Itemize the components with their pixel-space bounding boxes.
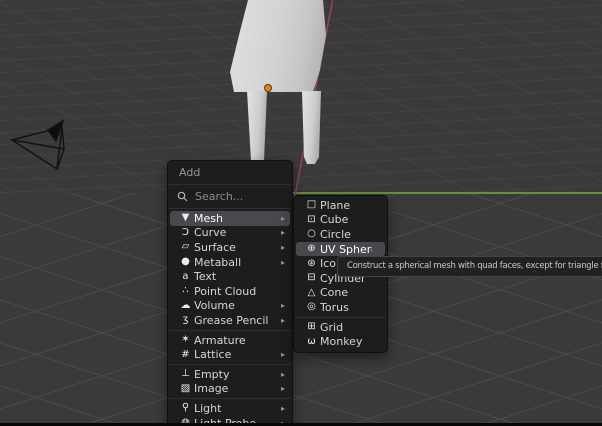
menu-item-point-cloud[interactable]: ∴Point Cloud xyxy=(170,284,290,299)
uv-sphere-tooltip: Construct a spherical mesh with quad fac… xyxy=(337,256,602,277)
menu-item-label: Grease Pencil xyxy=(194,314,277,327)
ico-sphere-icon: ⊛ xyxy=(303,259,320,269)
menu-item-label: Cube xyxy=(320,213,372,226)
menu-item-circle[interactable]: ○Circle xyxy=(296,227,385,242)
add-menu: Add Search... ▼Mesh▸ƆCurve▸▱Surface▸●Met… xyxy=(167,160,293,426)
menu-item-label: UV Sphere xyxy=(320,243,372,256)
menu-separator xyxy=(295,317,386,318)
search-placeholder: Search... xyxy=(195,190,243,203)
menu-separator xyxy=(169,330,291,331)
menu-item-plane[interactable]: □Plane xyxy=(296,198,385,213)
cone-icon: △ xyxy=(303,288,320,298)
menu-item-uv-sphere[interactable]: ⊕UV Sphere xyxy=(296,242,385,257)
menu-item-monkey[interactable]: ωMonkey xyxy=(296,334,385,349)
search-icon xyxy=(177,191,188,202)
volume-icon: ☁ xyxy=(177,301,194,311)
menu-item-label: Surface xyxy=(194,241,277,254)
uv-sphere-icon: ⊕ xyxy=(303,244,320,254)
menu-item-mesh[interactable]: ▼Mesh▸ xyxy=(170,211,290,226)
menu-item-armature[interactable]: ✶Armature xyxy=(170,333,290,348)
menu-item-label: Volume xyxy=(194,299,277,312)
menu-item-label: Light xyxy=(194,402,277,415)
submenu-arrow-icon: ▸ xyxy=(277,258,285,267)
grid-icon: ⊞ xyxy=(303,322,320,332)
image-icon: ▧ xyxy=(177,384,194,394)
mesh-icon: ▼ xyxy=(177,213,194,223)
submenu-arrow-icon: ▸ xyxy=(277,384,285,393)
menu-item-label: Torus xyxy=(320,301,372,314)
curve-icon: Ɔ xyxy=(177,228,194,238)
lattice-icon: # xyxy=(177,350,194,360)
camera-object-wireframe[interactable] xyxy=(12,121,64,169)
menu-item-label: Image xyxy=(194,382,277,395)
menu-item-label: Metaball xyxy=(194,256,277,269)
menu-item-label: Monkey xyxy=(320,335,372,348)
menu-item-label: Text xyxy=(194,270,277,283)
empty-icon: ⊥ xyxy=(177,369,194,379)
submenu-arrow-icon: ▸ xyxy=(277,316,285,325)
plane-icon: □ xyxy=(303,200,320,210)
metaball-icon: ● xyxy=(177,257,194,267)
submenu-arrow-icon: ▸ xyxy=(277,370,285,379)
menu-item-label: Grid xyxy=(320,321,372,334)
submenu-arrow-icon: ▸ xyxy=(277,228,285,237)
circle-icon: ○ xyxy=(303,229,320,239)
grease-pencil-icon: ʒ xyxy=(177,315,194,325)
submenu-arrow-icon: ▸ xyxy=(277,243,285,252)
menu-item-grid[interactable]: ⊞Grid xyxy=(296,320,385,335)
submenu-arrow-icon: ▸ xyxy=(277,214,285,223)
menu-item-metaball[interactable]: ●Metaball▸ xyxy=(170,255,290,270)
submenu-arrow-icon: ▸ xyxy=(277,301,285,310)
torus-icon: ◎ xyxy=(303,302,320,312)
menu-item-label: Circle xyxy=(320,228,372,241)
menu-item-grease-pencil[interactable]: ʒGrease Pencil▸ xyxy=(170,313,290,328)
monkey-icon: ω xyxy=(303,337,320,347)
blender-3d-viewport: Add Search... ▼Mesh▸ƆCurve▸▱Surface▸●Met… xyxy=(0,0,602,426)
menu-item-lattice[interactable]: #Lattice▸ xyxy=(170,347,290,362)
text-icon: a xyxy=(177,272,194,282)
submenu-arrow-icon: ▸ xyxy=(277,350,285,359)
menu-item-cone[interactable]: △Cone xyxy=(296,286,385,301)
menu-item-curve[interactable]: ƆCurve▸ xyxy=(170,226,290,241)
add-menu-items: ▼Mesh▸ƆCurve▸▱Surface▸●Metaball▸aText∴Po… xyxy=(168,211,292,426)
menu-item-text[interactable]: aText xyxy=(170,269,290,284)
cube-icon: ⊡ xyxy=(303,215,320,225)
menu-item-volume[interactable]: ☁Volume▸ xyxy=(170,299,290,314)
menu-separator xyxy=(169,184,291,185)
menu-item-empty[interactable]: ⊥Empty▸ xyxy=(170,367,290,382)
cylinder-icon: ⊟ xyxy=(303,273,320,283)
menu-item-label: Cone xyxy=(320,286,372,299)
submenu-arrow-icon: ▸ xyxy=(277,404,285,413)
menu-separator xyxy=(169,364,291,365)
menu-separator xyxy=(169,398,291,399)
menu-item-cube[interactable]: ⊡Cube xyxy=(296,213,385,228)
menu-item-label: Mesh xyxy=(194,212,277,225)
surface-icon: ▱ xyxy=(177,242,194,252)
menu-item-surface[interactable]: ▱Surface▸ xyxy=(170,240,290,255)
add-menu-title: Add xyxy=(168,161,292,182)
point-cloud-icon: ∴ xyxy=(177,286,194,296)
character-model-skirt[interactable] xyxy=(230,0,330,92)
menu-item-label: Curve xyxy=(194,226,277,239)
menu-item-image[interactable]: ▧Image▸ xyxy=(170,382,290,397)
character-model-right-leg[interactable] xyxy=(301,91,322,164)
light-icon: ⚲ xyxy=(177,403,194,413)
menu-item-light[interactable]: ⚲Light▸ xyxy=(170,401,290,416)
menu-item-label: Lattice xyxy=(194,348,277,361)
menu-item-label: Plane xyxy=(320,199,372,212)
menu-item-label: Empty xyxy=(194,368,277,381)
armature-icon: ✶ xyxy=(177,335,194,345)
menu-item-label: Point Cloud xyxy=(194,285,277,298)
object-origin-dot xyxy=(265,85,271,91)
menu-item-torus[interactable]: ◎Torus xyxy=(296,300,385,315)
menu-item-label: Armature xyxy=(194,334,277,347)
menu-separator xyxy=(169,208,291,209)
search-input[interactable]: Search... xyxy=(168,187,292,206)
